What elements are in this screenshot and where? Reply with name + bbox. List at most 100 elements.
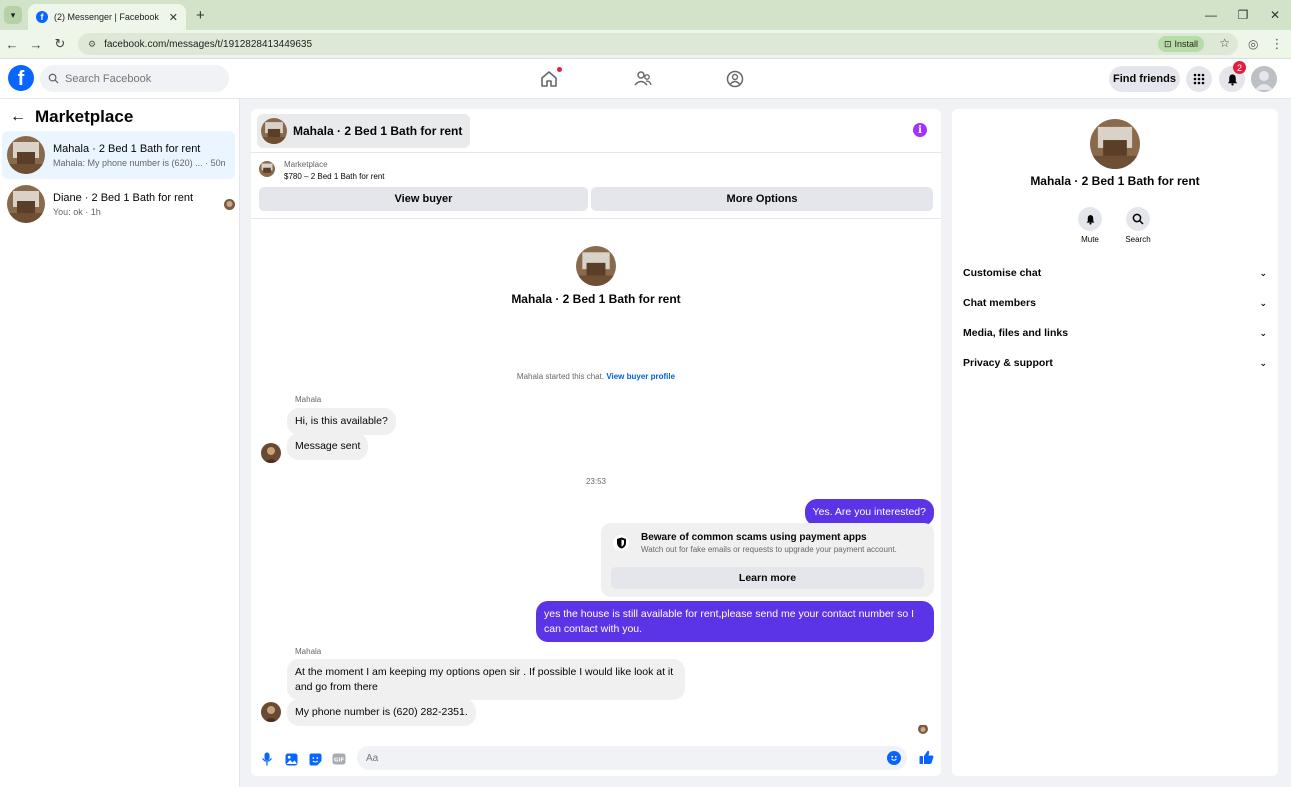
- conversation-snippet: Mahala: My phone number is (620) ... · 5…: [53, 157, 225, 168]
- chevron-down-icon: ⌄: [1259, 297, 1267, 308]
- chat-header: Mahala · 2 Bed 1 Bath for rent i: [251, 109, 941, 153]
- details-name: Mahala · 2 Bed 1 Bath for rent: [1030, 174, 1200, 188]
- site-info-icon[interactable]: ⚙: [88, 39, 96, 50]
- warning-title: Beware of common scams using payment app…: [641, 532, 867, 543]
- account-avatar[interactable]: [1251, 66, 1277, 92]
- outgoing-message[interactable]: yes the house is still available for ren…: [536, 601, 934, 643]
- chevron-down-icon: ⌄: [1259, 327, 1267, 338]
- close-window-icon[interactable]: ✕: [1259, 8, 1291, 22]
- chat-started-note: Mahala started this chat. View buyer pro…: [251, 372, 941, 381]
- forward-icon[interactable]: →: [24, 37, 48, 52]
- notifications-bell-icon[interactable]: 2: [1219, 61, 1246, 92]
- menu-grid-icon[interactable]: [1186, 66, 1212, 92]
- conversation-item-diane[interactable]: Diane · 2 Bed 1 Bath for rent You: ok · …: [2, 180, 235, 228]
- back-icon[interactable]: ←: [0, 37, 24, 52]
- gif-icon[interactable]: GIF: [331, 751, 347, 767]
- tab-search-icon[interactable]: ▾: [4, 6, 22, 24]
- shield-icon: [613, 535, 629, 551]
- conversation-item-mahala[interactable]: Mahala · 2 Bed 1 Bath for rent Mahala: M…: [2, 131, 235, 179]
- privacy-support-row[interactable]: Privacy & support ⌄: [963, 351, 1267, 375]
- bookmark-star-icon[interactable]: ☆: [1219, 36, 1230, 50]
- sticker-icon[interactable]: [307, 751, 323, 767]
- svg-text:GIF: GIF: [334, 758, 345, 764]
- marketplace-heading: ← Marketplace: [10, 107, 133, 127]
- message-timestamp: 23:53: [585, 477, 607, 486]
- conversation-snippet: You: ok · 1h: [53, 206, 101, 217]
- restore-icon[interactable]: ❐: [1227, 8, 1259, 22]
- search-icon: [1126, 207, 1150, 231]
- message-input[interactable]: [366, 752, 866, 764]
- incoming-message[interactable]: My phone number is (620) 282-2351.: [287, 699, 476, 726]
- seen-avatar: [224, 198, 235, 210]
- chat-panel: Mahala · 2 Bed 1 Bath for rent i Marketp…: [251, 109, 941, 776]
- friends-icon[interactable]: [632, 68, 654, 90]
- incoming-message[interactable]: Hi, is this available?: [287, 408, 396, 435]
- groups-icon[interactable]: [724, 68, 746, 90]
- media-files-links-row[interactable]: Media, files and links ⌄: [963, 321, 1267, 345]
- install-label: Install: [1174, 39, 1198, 49]
- chat-members-row[interactable]: Chat members ⌄: [963, 291, 1267, 315]
- listing-avatar: [7, 185, 45, 223]
- hero-name: Mahala · 2 Bed 1 Bath for rent: [511, 292, 681, 306]
- row-label: Media, files and links: [963, 327, 1069, 339]
- outgoing-message[interactable]: Yes. Are you interested?: [804, 499, 934, 526]
- conversation-sidebar: ← Marketplace Mahala · 2 Bed 1 Bath for …: [0, 99, 240, 787]
- search-label: Search: [1125, 235, 1151, 244]
- browser-menu-icon[interactable]: ⋮: [1270, 36, 1283, 52]
- learn-more-button[interactable]: Learn more: [611, 567, 924, 589]
- tab-close-icon[interactable]: ✕: [169, 11, 178, 24]
- more-options-button[interactable]: More Options: [591, 187, 933, 211]
- conversation-name: Diane · 2 Bed 1 Bath for rent: [53, 191, 194, 204]
- find-friends-button[interactable]: Find friends: [1109, 66, 1180, 92]
- new-tab-icon[interactable]: +: [196, 7, 205, 24]
- sidebar-title: Marketplace: [35, 107, 134, 126]
- emoji-icon[interactable]: [887, 751, 901, 765]
- conversation-name: Mahala · 2 Bed 1 Bath for rent: [53, 142, 201, 155]
- listing-thumbnail: [259, 161, 275, 177]
- thumbs-up-icon[interactable]: [918, 749, 934, 765]
- install-button[interactable]: ⊡ Install: [1157, 36, 1204, 52]
- search-box[interactable]: [40, 65, 229, 92]
- row-label: Privacy & support: [963, 357, 1053, 369]
- reload-icon[interactable]: ↻: [48, 36, 72, 52]
- message-input-box[interactable]: [357, 746, 907, 770]
- facebook-logo-icon[interactable]: f: [8, 65, 34, 91]
- view-buyer-button[interactable]: View buyer: [259, 187, 588, 211]
- profile-icon[interactable]: ◎: [1248, 37, 1258, 51]
- search-icon: [48, 73, 59, 84]
- home-icon[interactable]: [538, 67, 562, 90]
- incoming-message[interactable]: At the moment I am keeping my options op…: [287, 659, 685, 701]
- search-in-chat-button[interactable]: Search: [1113, 207, 1163, 244]
- mute-button[interactable]: Mute: [1065, 207, 1115, 244]
- photo-icon[interactable]: [283, 751, 299, 767]
- back-arrow-icon[interactable]: ←: [10, 108, 26, 126]
- info-icon[interactable]: i: [913, 123, 927, 137]
- search-input[interactable]: [65, 72, 215, 85]
- read-receipt-avatar: [918, 724, 928, 734]
- chevron-down-icon: ⌄: [1259, 357, 1267, 368]
- row-label: Customise chat: [963, 267, 1042, 279]
- tab-title: (2) Messenger | Facebook: [54, 12, 159, 22]
- minimize-icon[interactable]: —: [1195, 8, 1227, 22]
- chat-title-button[interactable]: Mahala · 2 Bed 1 Bath for rent: [257, 114, 471, 148]
- browser-tab[interactable]: f (2) Messenger | Facebook ✕: [28, 4, 186, 30]
- message-composer: GIF: [251, 743, 941, 776]
- details-avatar: [1090, 119, 1140, 169]
- chat-avatar: [261, 118, 287, 144]
- listing-bar: Marketplace $780 – 2 Bed 1 Bath for rent…: [251, 153, 941, 219]
- chat-title: Mahala · 2 Bed 1 Bath for rent: [293, 124, 463, 138]
- sender-name: Mahala: [295, 395, 322, 404]
- url-text: facebook.com/messages/t/1912828413449635: [104, 38, 313, 50]
- customise-chat-row[interactable]: Customise chat ⌄: [963, 261, 1267, 285]
- warning-subtitle: Watch out for fake emails or requests to…: [641, 545, 897, 554]
- facebook-header: f Find friends 2: [0, 59, 1291, 99]
- notification-badge: 2: [1233, 61, 1246, 74]
- window-controls: — ❐ ✕: [1195, 0, 1291, 30]
- scam-warning-card: Beware of common scams using payment app…: [601, 523, 934, 597]
- incoming-message[interactable]: Message sent: [287, 433, 369, 460]
- address-bar[interactable]: ⚙ facebook.com/messages/t/19128284134496…: [78, 33, 1238, 55]
- microphone-icon[interactable]: [259, 751, 275, 767]
- bell-icon: [1078, 207, 1102, 231]
- view-buyer-profile-link[interactable]: View buyer profile: [606, 372, 675, 381]
- hero-avatar: [576, 246, 616, 286]
